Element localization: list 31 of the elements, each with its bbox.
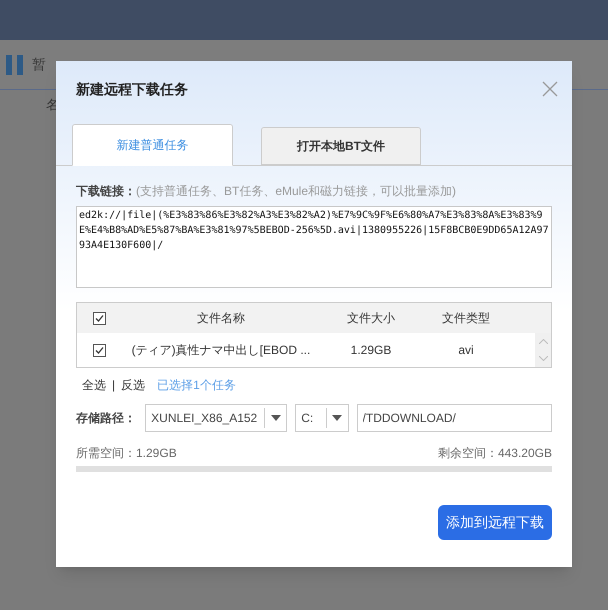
column-header: 文件名称 (196, 310, 246, 327)
folder-input[interactable]: /TDDOWNLOAD/ (356, 404, 552, 432)
caret-icon (270, 415, 281, 421)
close-icon[interactable] (542, 81, 558, 97)
pause-icon (6, 54, 24, 74)
add-remote-download-button[interactable]: 添加到远程下载 (438, 505, 552, 540)
table-cell-text: (ティア)真性ナマ中出し[EBOD ... (130, 342, 312, 359)
caret-icon (332, 415, 342, 421)
dialog-title: 新建远程下载任务 (76, 80, 188, 98)
invert-selection-link[interactable]: 反选 (121, 376, 146, 394)
checkbox[interactable] (92, 344, 106, 356)
separator: | (112, 377, 116, 394)
column-header: 文件类型 (441, 310, 491, 327)
link-input[interactable]: ed2k://|file|(%E3%83%86%E3%82%A3%E3%82%A2)%E7%9C%9F%E6%80%A7%E3%83%8A%E3%83%9E%E4%B8%AD%E5%87%BA%E3%81%97%5BEBOD-256%5D.avi|1380955226|15F8BCB0E9DD65A12A9793A4E130F600|/ (76, 206, 552, 288)
chevron-down-icon[interactable] (538, 356, 548, 361)
required-space: 所需空间：1.29GB (76, 445, 177, 462)
field-label: 存储路径： (76, 410, 137, 427)
checkbox[interactable] (92, 312, 106, 324)
chevron-up-icon[interactable] (538, 339, 548, 344)
field-hint: (支持普通任务、BT任务、eMule和磁力链接，可以批量添加) (136, 183, 456, 200)
table-cell-text: avi (457, 342, 475, 359)
table-cell-text: 1.29GB (350, 342, 392, 359)
selection-count: 已选择1个任务 (157, 377, 236, 394)
device-dropdown[interactable]: XUNLEI_X86_A152 (145, 404, 288, 432)
free-space: 剩余空间：443.20GB (438, 445, 552, 462)
tab[interactable]: 打开本地BT文件 (261, 127, 421, 165)
drive-dropdown[interactable]: C: (295, 404, 349, 432)
select-all-link[interactable]: 全选 (82, 376, 106, 394)
column-header: 文件大小 (346, 310, 396, 327)
field-label: 下载链接： (76, 183, 136, 200)
scrollbar[interactable] (535, 333, 551, 367)
